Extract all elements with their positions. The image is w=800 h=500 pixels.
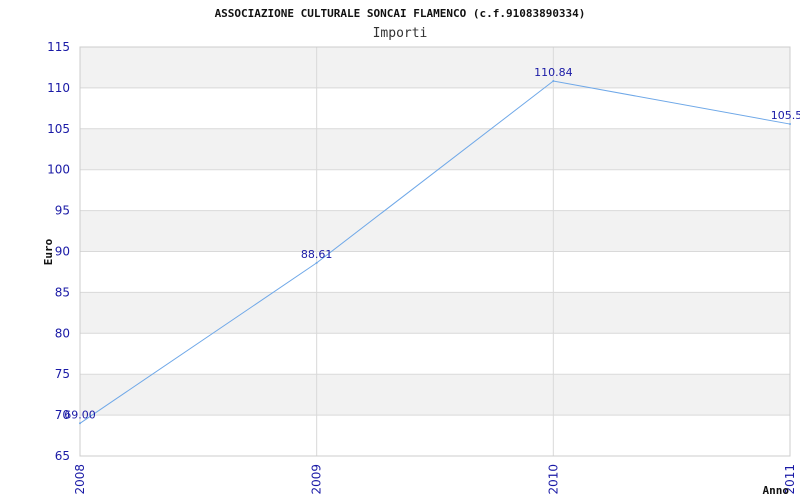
x-axis-label: Anno: [763, 484, 790, 497]
plot-band: [80, 87, 790, 129]
y-axis-label: Euro: [42, 238, 55, 265]
data-label: 88.61: [301, 248, 333, 261]
y-tick-label: 95: [55, 204, 70, 218]
data-label: 110.84: [534, 66, 573, 79]
plot-band: [80, 128, 790, 170]
x-tick-label: 2008: [73, 464, 87, 495]
y-tick-label: 85: [55, 285, 70, 299]
plot-band: [80, 415, 790, 456]
plot-band: [80, 333, 790, 375]
y-tick-label: 90: [55, 245, 70, 259]
data-point: [79, 422, 81, 425]
plot-band: [80, 374, 790, 416]
line-chart: ASSOCIAZIONE CULTURALE SONCAI FLAMENCO (…: [42, 7, 800, 497]
y-tick-label: 110: [47, 81, 70, 95]
plot-band: [80, 169, 790, 211]
chart-title: ASSOCIAZIONE CULTURALE SONCAI FLAMENCO (…: [215, 7, 586, 20]
plot-band: [80, 47, 790, 88]
y-tick-label: 65: [55, 449, 70, 463]
y-tick-label: 75: [55, 367, 70, 381]
data-label: 105.58: [771, 109, 800, 122]
data-point: [552, 80, 555, 83]
x-tick-label: 2009: [310, 464, 324, 495]
x-axis-ticks: 2008 2009 2010 2011: [73, 464, 797, 495]
data-label: 69.00: [64, 408, 96, 421]
data-point: [315, 261, 318, 264]
y-tick-label: 80: [55, 326, 70, 340]
plot-band: [80, 251, 790, 293]
y-tick-label: 105: [47, 122, 70, 136]
plot-band: [80, 292, 790, 334]
y-tick-label: 100: [47, 163, 70, 177]
data-point: [789, 123, 791, 126]
chart-subtitle: Importi: [373, 26, 428, 41]
plot-band: [80, 210, 790, 252]
y-tick-label: 115: [47, 40, 70, 54]
x-tick-label: 2010: [546, 464, 560, 495]
